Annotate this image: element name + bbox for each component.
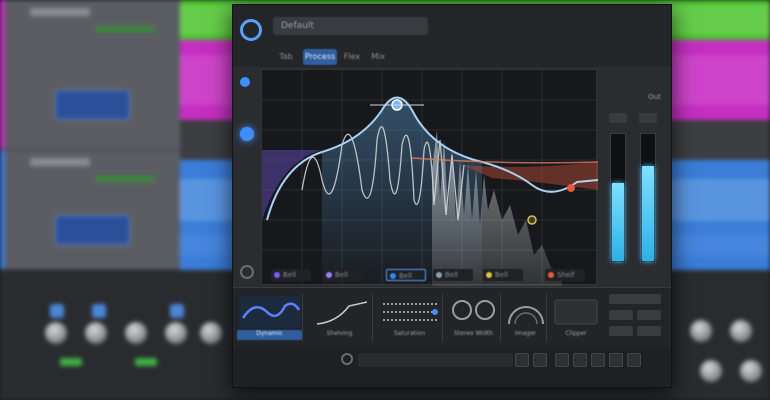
shelf-band-fill bbox=[462, 162, 598, 190]
imager-arc-icon bbox=[508, 306, 544, 325]
module-imager[interactable]: Imager bbox=[505, 294, 547, 342]
option-button-5[interactable] bbox=[637, 326, 661, 336]
search-icon[interactable] bbox=[341, 353, 353, 365]
band-selector: Bell Bell Bell Bell Bell Shelf bbox=[261, 269, 597, 283]
option-button-4[interactable] bbox=[609, 326, 633, 336]
plugin-footer bbox=[233, 347, 671, 387]
band-dot bbox=[436, 272, 442, 278]
option-button-2[interactable] bbox=[609, 310, 633, 320]
tab-process[interactable]: Process bbox=[303, 49, 337, 65]
option-button-3[interactable] bbox=[637, 310, 661, 320]
module-clipper[interactable]: Clipper bbox=[551, 294, 601, 342]
next-button[interactable] bbox=[533, 353, 547, 367]
pencil-icon[interactable] bbox=[240, 77, 250, 87]
meter-peak-left bbox=[609, 113, 627, 123]
dynamic-curve-icon bbox=[239, 296, 301, 328]
band-chip-6[interactable]: Shelf bbox=[545, 269, 585, 281]
band-chip-2[interactable]: Bell bbox=[323, 269, 363, 281]
band-dot bbox=[390, 273, 396, 279]
output-label: Out bbox=[648, 93, 661, 101]
eq-display[interactable] bbox=[261, 69, 598, 286]
meter-left-fill bbox=[612, 183, 624, 261]
search-input[interactable] bbox=[358, 353, 513, 367]
band-dot bbox=[548, 272, 554, 278]
track-header-1 bbox=[0, 0, 180, 150]
compare-button[interactable] bbox=[591, 353, 605, 367]
logo-icon bbox=[240, 19, 262, 41]
clipper-slot-icon bbox=[554, 299, 598, 325]
undo-button[interactable] bbox=[555, 353, 569, 367]
band-dot bbox=[274, 272, 280, 278]
band-chip-3[interactable]: Bell bbox=[386, 269, 426, 281]
settings-button[interactable] bbox=[609, 353, 623, 367]
band-dot bbox=[326, 272, 332, 278]
shelving-curve-icon bbox=[316, 301, 368, 325]
eq-plugin-window: Default Tab Process Flex Mix Out Bell Be… bbox=[232, 4, 672, 388]
saturation-icon bbox=[383, 303, 438, 321]
prev-button[interactable] bbox=[515, 353, 529, 367]
module-saturation[interactable]: Saturation bbox=[377, 294, 443, 342]
redo-button[interactable] bbox=[573, 353, 587, 367]
reset-icon[interactable] bbox=[240, 265, 254, 279]
width-knobs-icon bbox=[452, 300, 495, 320]
module-shelving[interactable]: Shelving bbox=[307, 294, 373, 342]
meter-peak-right bbox=[639, 113, 657, 123]
tab-flex[interactable]: Flex bbox=[341, 49, 363, 65]
tab-mix[interactable]: Mix bbox=[367, 49, 389, 65]
tab-1[interactable]: Tab bbox=[275, 49, 297, 65]
plugin-header: Default Tab Process Flex Mix bbox=[233, 5, 671, 67]
band-chip-4[interactable]: Bell bbox=[433, 269, 473, 281]
band-node-mid[interactable] bbox=[527, 215, 537, 225]
band-chip-5[interactable]: Bell bbox=[483, 269, 523, 281]
track-header-2 bbox=[0, 150, 180, 270]
band-select-icon[interactable] bbox=[240, 127, 254, 141]
output-meters bbox=[605, 105, 667, 280]
meter-right-fill bbox=[642, 166, 654, 261]
band-chip-1[interactable]: Bell bbox=[271, 269, 311, 281]
eq-graph[interactable] bbox=[262, 70, 598, 286]
screen: Default Tab Process Flex Mix Out Bell Be… bbox=[0, 0, 770, 400]
meter-left bbox=[610, 133, 626, 263]
option-button-1[interactable] bbox=[609, 294, 661, 304]
meter-right bbox=[640, 133, 656, 263]
preset-field[interactable]: Default bbox=[273, 17, 428, 35]
band-dot bbox=[486, 272, 492, 278]
bypass-button[interactable] bbox=[627, 353, 641, 367]
module-stereo-width[interactable]: Stereo Width bbox=[447, 294, 501, 342]
module-dynamic[interactable]: Dynamic bbox=[237, 294, 303, 342]
module-strip: Dynamic Shelving Saturation Stereo Width… bbox=[233, 287, 671, 347]
band-node-shelf[interactable] bbox=[567, 184, 575, 192]
